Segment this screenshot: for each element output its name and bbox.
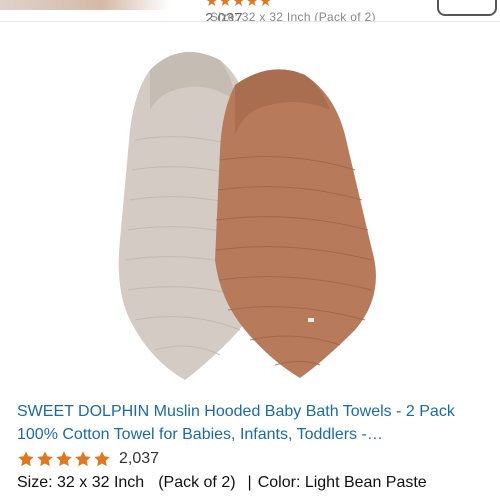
previous-variant-text: Size: 32 x 32 Inch (Pack of 2)	[210, 10, 376, 22]
towel-right	[215, 69, 376, 378]
color-label: Color: Light Bean Paste	[257, 474, 427, 491]
rating-row[interactable]: 2,037	[17, 447, 159, 471]
rating-count: 2,037	[119, 450, 160, 467]
variant-info: Size: 32 x 32 Inch (Pack of 2) | Color: …	[17, 471, 427, 495]
star-icon	[18, 451, 34, 467]
pack-label: (Pack of 2)	[158, 474, 236, 491]
previous-product-image	[0, 0, 170, 10]
star-icon	[94, 451, 110, 467]
product-title-link[interactable]: SWEET DOLPHIN Muslin Hooded Baby Bath To…	[17, 400, 487, 446]
towel-tag	[308, 318, 314, 322]
previous-star-icons: ★★★★★	[205, 0, 273, 10]
previous-action-button[interactable]	[437, 0, 497, 16]
star-icon	[56, 451, 72, 467]
star-icon	[75, 451, 91, 467]
size-label: Size: 32 x 32 Inch	[17, 474, 145, 491]
previous-product-card: ★★★★★ 2,037 Size: 32 x 32 Inch (Pack of …	[0, 0, 500, 22]
star-rating	[17, 450, 111, 468]
separator: |	[247, 474, 252, 491]
star-icon	[37, 451, 53, 467]
product-image[interactable]	[110, 40, 400, 385]
